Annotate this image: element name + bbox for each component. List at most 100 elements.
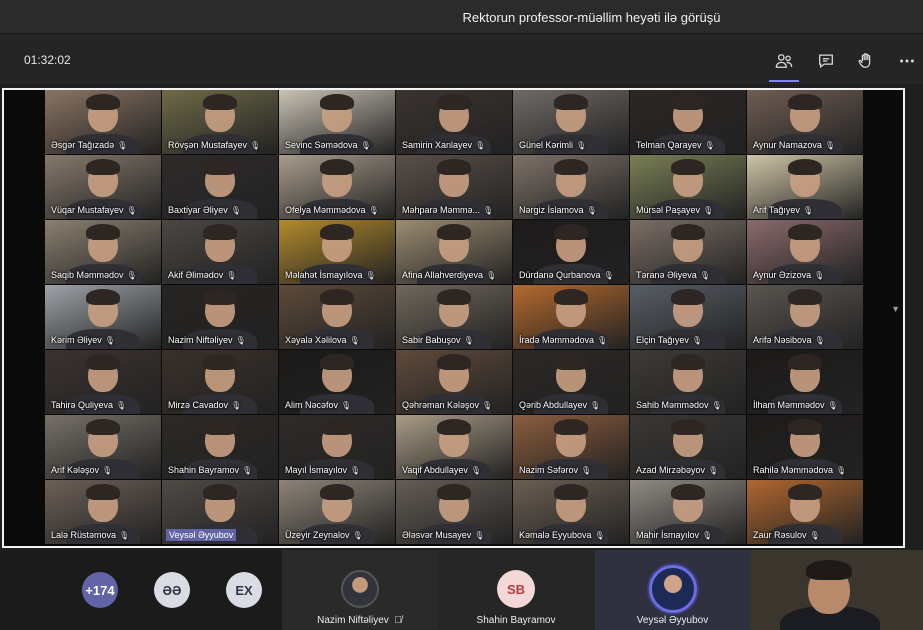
video-feed bbox=[203, 419, 237, 435]
participant-name: İlham Məmmədov bbox=[753, 400, 825, 410]
video-tile[interactable]: Qəhrəman Kələşov 🎙 bbox=[396, 350, 512, 414]
video-feed bbox=[788, 224, 822, 240]
participant-avatar[interactable]: ƏƏ bbox=[154, 572, 190, 608]
stage-tile[interactable]: SB Shahin Bayramov bbox=[437, 550, 595, 630]
people-icon[interactable] bbox=[769, 48, 799, 82]
video-tile[interactable]: Dürdanə Qurbanova 🎙 bbox=[513, 220, 629, 284]
video-tile[interactable]: Məlahət İsmayılova 🎙 bbox=[279, 220, 395, 284]
video-tile[interactable]: Aynur Namazova 🎙 bbox=[747, 90, 863, 154]
video-feed bbox=[320, 419, 354, 435]
video-tile[interactable]: Baxtiyar Əliyev 🎙 bbox=[162, 155, 278, 219]
video-tile[interactable]: Vüqar Mustafayev 🎙 bbox=[45, 155, 161, 219]
video-tile[interactable]: Ofelya Məmmədova 🎙 bbox=[279, 155, 395, 219]
mic-icon: 🎙 bbox=[102, 466, 113, 475]
video-tile[interactable]: Məhparə Məmmə... 🎙 bbox=[396, 155, 512, 219]
video-tile[interactable]: Nazim Niftəliyev 🎙 bbox=[162, 285, 278, 349]
video-tile[interactable]: Sabir Babuşov 🎙 bbox=[396, 285, 512, 349]
stage-tile-speaking[interactable]: Veysəl Əyyubov bbox=[595, 550, 750, 630]
video-tile[interactable]: Nərgiz İslamova 🎙 bbox=[513, 155, 629, 219]
participant-name: Vüqar Mustafayev bbox=[51, 205, 124, 215]
participant-name: Veysəl Əyyubov bbox=[636, 615, 709, 626]
mic-icon: 🎙 bbox=[104, 336, 115, 345]
video-feed bbox=[86, 289, 120, 305]
participant-name: Məhparə Məmmə... bbox=[402, 205, 481, 215]
video-tile[interactable]: Əsgər Tağızadə 🎙 bbox=[45, 90, 161, 154]
video-tile[interactable]: Telman Qarayev 🎙 bbox=[630, 90, 746, 154]
stage-tile[interactable]: Nazim Niftəliyev 🎙̸ bbox=[282, 550, 437, 630]
video-tile[interactable]: Mahir İsmayılov 🎙 bbox=[630, 480, 746, 544]
raise-hand-icon[interactable] bbox=[853, 48, 879, 74]
video-tile[interactable]: Alim Nəcəfov 🎙 bbox=[279, 350, 395, 414]
video-feed bbox=[320, 289, 354, 305]
avatar: SB bbox=[497, 570, 535, 608]
video-tile[interactable]: Mirzə Cavadov 🎙 bbox=[162, 350, 278, 414]
video-tile[interactable]: Elçin Tağıyev 🎙 bbox=[630, 285, 746, 349]
video-feed bbox=[671, 484, 705, 500]
video-tile[interactable]: Akif Əlimədov 🎙 bbox=[162, 220, 278, 284]
video-feed bbox=[320, 159, 354, 175]
video-tile[interactable]: Zaur Rəsulov 🎙 bbox=[747, 480, 863, 544]
video-tile[interactable]: Veysəl Əyyubov bbox=[162, 480, 278, 544]
participant-name: Alim Nəcəfov bbox=[285, 400, 339, 410]
participant-name: Məlahət İsmayılova bbox=[285, 270, 363, 280]
video-tile[interactable]: Afina Allahverdiyeva 🎙 bbox=[396, 220, 512, 284]
video-feed bbox=[554, 289, 588, 305]
video-feed bbox=[671, 224, 705, 240]
video-feed bbox=[554, 484, 588, 500]
mic-icon: 🎙 bbox=[352, 531, 363, 540]
video-tile[interactable]: Mürsəl Paşayev 🎙 bbox=[630, 155, 746, 219]
more-options-icon[interactable] bbox=[894, 48, 920, 74]
video-tile[interactable]: Kəmalə Eyyubova 🎙 bbox=[513, 480, 629, 544]
participant-name: Mahir İsmayılov bbox=[636, 530, 700, 540]
self-video-tile[interactable] bbox=[750, 550, 923, 630]
video-tile[interactable]: Arif Tağıyev 🎙 bbox=[747, 155, 863, 219]
video-tile[interactable]: İradə Məmmədova 🎙 bbox=[513, 285, 629, 349]
video-feed bbox=[203, 354, 237, 370]
video-tile[interactable]: Saqib Məmmədov 🎙 bbox=[45, 220, 161, 284]
video-tile[interactable]: Sevinc Səmədova 🎙 bbox=[279, 90, 395, 154]
chat-icon[interactable] bbox=[813, 48, 839, 74]
video-tile[interactable]: Samirin Xanlayev 🎙 bbox=[396, 90, 512, 154]
video-tile[interactable]: Üzeyir Zeynalov 🎙 bbox=[279, 480, 395, 544]
video-tile[interactable]: Xəyalə Xəlilova 🎙 bbox=[279, 285, 395, 349]
video-tile[interactable]: Shahin Bayramov 🎙 bbox=[162, 415, 278, 479]
video-tile[interactable]: Vaqif Abdullayev 🎙 bbox=[396, 415, 512, 479]
video-tile[interactable]: Kərim Əliyev 🎙 bbox=[45, 285, 161, 349]
video-tile[interactable]: Təranə Əliyeva 🎙 bbox=[630, 220, 746, 284]
mic-icon: 🎙 bbox=[116, 401, 127, 410]
participant-name: Rövşən Mustafayev bbox=[168, 140, 248, 150]
scroll-down-icon[interactable]: ▼ bbox=[891, 304, 900, 314]
participant-name: Günel Kərimli bbox=[519, 140, 574, 150]
mic-icon: 🎙 bbox=[699, 271, 710, 280]
meeting-timer: 01:32:02 bbox=[24, 53, 71, 67]
mic-icon: 🎙 bbox=[711, 401, 722, 410]
overflow-participants-button[interactable]: +174 bbox=[82, 572, 118, 608]
mic-icon: 🎙 bbox=[809, 531, 820, 540]
video-tile[interactable]: Rövşən Mustafayev 🎙 bbox=[162, 90, 278, 154]
video-tile[interactable]: İlham Məmmədov 🎙 bbox=[747, 350, 863, 414]
video-tile[interactable]: Nazim Səfərov 🎙 bbox=[513, 415, 629, 479]
participant-name: Sevinc Səmədova bbox=[285, 140, 358, 150]
video-tile[interactable]: Tahirə Quliyeva 🎙 bbox=[45, 350, 161, 414]
video-tile[interactable]: Arif Kələşov 🎙 bbox=[45, 415, 161, 479]
participant-name: Elçin Tağıyev bbox=[636, 335, 689, 345]
participant-avatar[interactable]: EX bbox=[226, 572, 262, 608]
video-tile[interactable]: Azad Mirzəbəyov 🎙 bbox=[630, 415, 746, 479]
video-tile[interactable]: Günel Kərimli 🎙 bbox=[513, 90, 629, 154]
mic-icon: 🎙 bbox=[814, 271, 825, 280]
video-tile[interactable]: Arifə Nəsibova 🎙 bbox=[747, 285, 863, 349]
video-tile[interactable]: Aynur Əzizova 🎙 bbox=[747, 220, 863, 284]
participant-name: Saqib Məmmədov bbox=[51, 270, 124, 280]
participant-name: Arifə Nəsibova bbox=[753, 335, 812, 345]
video-feed bbox=[671, 354, 705, 370]
video-gallery: ▼ Əsgər Tağızadə 🎙 Rövşən Mustafayev 🎙 Sevin… bbox=[2, 88, 905, 548]
video-tile[interactable]: Rahilə Məmmədova 🎙 bbox=[747, 415, 863, 479]
video-tile[interactable]: Lalə Rüstəmova 🎙 bbox=[45, 480, 161, 544]
video-tile[interactable]: Qərib Abdullayev 🎙 bbox=[513, 350, 629, 414]
video-feed bbox=[788, 484, 822, 500]
video-tile[interactable]: Mayıl İsmayılov 🎙 bbox=[279, 415, 395, 479]
video-tile[interactable]: Sahib Məmmədov 🎙 bbox=[630, 350, 746, 414]
mic-icon: 🎙 bbox=[360, 141, 371, 150]
participant-name: Afina Allahverdiyeva bbox=[402, 270, 484, 280]
video-tile[interactable]: Ələsvər Musayev 🎙 bbox=[396, 480, 512, 544]
